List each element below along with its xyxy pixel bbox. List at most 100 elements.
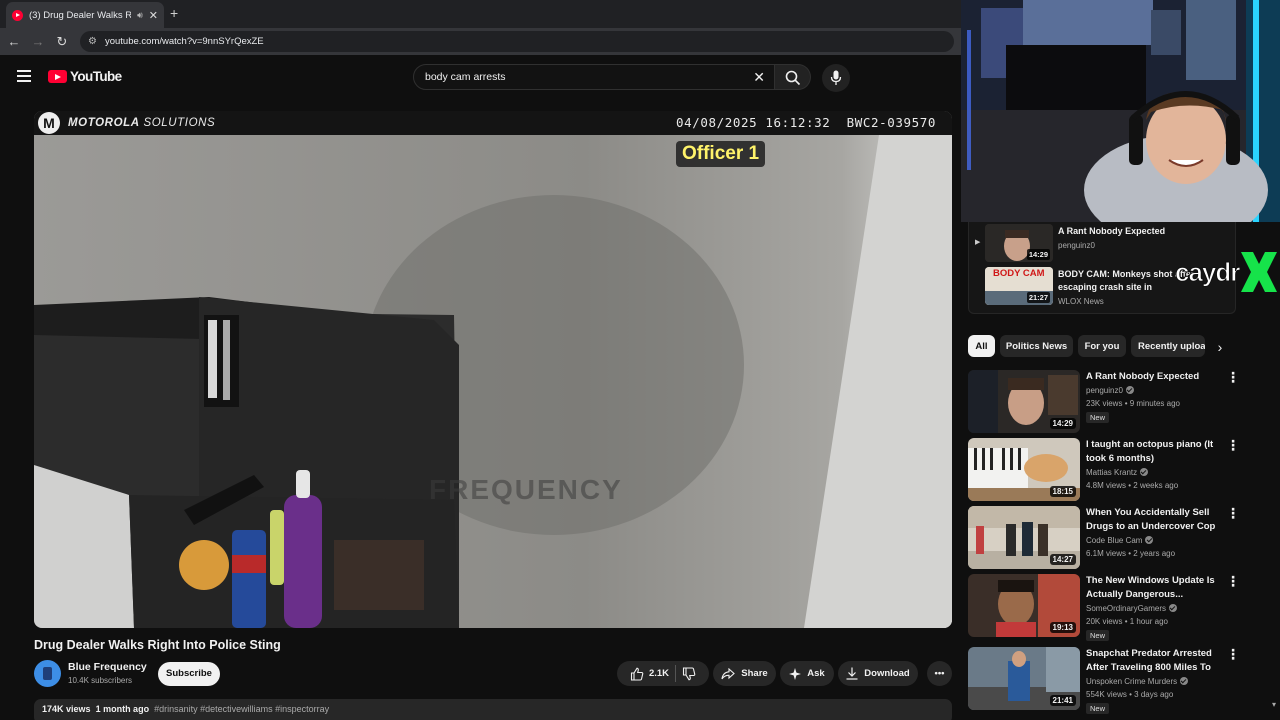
rec-meta: 23K views • 9 minutes ago [1086,399,1180,408]
voice-search-button[interactable] [822,64,850,92]
recommendation-item[interactable]: 14:29 A Rant Nobody Expected penguinz0 2… [968,370,1240,434]
rec-thumbnail: 19:13 [968,574,1080,637]
tab-title: (3) Drug Dealer Walks Right Into Police … [29,9,132,21]
bodycam-info-bar: M MOTOROLA SOLUTIONS 04/08/2025 16:12:32… [34,111,952,135]
search-input[interactable]: body cam arrests ✕ [413,64,775,90]
new-badge: New [1086,412,1110,423]
recommendation-item[interactable]: 19:13 The New Windows Update Is Actually… [968,574,1240,641]
url-text: youtube.com/watch?v=9nnSYrQexZE [104,36,264,47]
rec-channel-name: SomeOrdinaryGamers [1086,604,1167,613]
download-label: Download [864,668,910,679]
overlay-thumbnail: BODY CAM 21:27 [985,267,1053,305]
download-button[interactable]: Download [838,661,918,686]
like-count: 2.1K [648,668,670,679]
youtube-logo[interactable]: YouTube [48,69,122,84]
chip-politics-news[interactable]: Politics News [1000,335,1073,357]
ask-button[interactable]: Ask [780,661,834,686]
rec-views: 554K views [1086,690,1127,699]
view-count: 174K views [42,704,91,714]
channel-name[interactable]: Blue Frequency [68,661,147,673]
recommendation-item[interactable]: 21:41 Snapchat Predator Arrested After T… [968,647,1240,714]
clear-search-icon[interactable]: ✕ [753,69,765,86]
webcam-image [961,0,1280,222]
upload-age: 1 month ago [95,704,150,714]
rec-title: Snapchat Predator Arrested After Traveli… [1086,648,1212,673]
menu-icon[interactable] [17,70,31,85]
rec-channel-name: Unspoken Crime Murders [1086,677,1178,686]
rec-duration: 14:27 [1049,554,1076,565]
overlay-thumbnail: 14:29 [985,224,1053,262]
description-box[interactable]: 174K views 1 month ago #drinsanity #dete… [34,699,952,720]
more-options-icon[interactable]: ⋮ [1226,647,1240,661]
ask-label: Ask [807,668,825,679]
brand-bold: MOTOROLA [68,117,140,129]
rec-channel: Code Blue Cam [1086,536,1154,545]
download-icon [846,667,858,680]
more-options-icon[interactable]: ⋮ [1226,438,1240,452]
chip-all[interactable]: All [968,335,995,357]
new-badge: New [1086,703,1110,714]
url-field[interactable]: ⚙ youtube.com/watch?v=9nnSYrQexZE [80,31,954,52]
rec-channel-name: Mattias Krantz [1086,468,1138,477]
scroll-down-arrow-icon[interactable]: ▾ [1272,700,1276,709]
timestamp-value: 04/08/2025 16:12:32 [675,115,831,130]
rec-age: 2 weeks ago [1133,481,1179,490]
search-button[interactable] [775,64,811,90]
more-options-icon[interactable]: ⋮ [1226,506,1240,520]
speaker-icon[interactable]: 🔊︎ [137,10,143,21]
officer-label: Officer 1 [676,141,766,167]
address-bar: ← → ↻ ⚙ youtube.com/watch?v=9nnSYrQexZE [0,28,961,55]
recommendation-item[interactable]: 14:27 When You Accidentally Sell Drugs t… [968,506,1240,570]
search-query: body cam arrests [425,71,506,83]
more-actions-icon[interactable]: ••• [927,661,952,686]
overlay-thumb-text: BODY CAM [993,268,1045,279]
dislike-button[interactable] [682,666,696,681]
rec-age: 3 days ago [1134,690,1174,699]
rec-channel: SomeOrdinaryGamers [1086,604,1178,613]
subscribe-button[interactable]: Subscribe [158,662,220,686]
close-tab-icon[interactable]: ✕ [149,9,158,22]
like-button[interactable]: 2.1K [630,667,669,681]
rec-duration: 18:15 [1049,486,1076,497]
youtube-play-icon [48,70,67,83]
sparkle-icon [789,667,802,680]
rec-thumbnail: 21:41 [968,647,1080,710]
rec-thumbnail: 14:27 [968,506,1080,569]
motorola-logo-icon: M [38,112,60,134]
rec-views: 6.1M views [1086,549,1127,558]
rec-title: When You Accidentally Sell Drugs to an U… [1086,507,1216,532]
rec-meta: 6.1M views • 2 years ago [1086,549,1176,558]
streamer-logo: caydr [1174,250,1279,294]
forward-arrow-icon[interactable]: → [26,34,50,49]
rec-channel: Unspoken Crime Murders [1086,677,1189,686]
more-options-icon[interactable]: ⋮ [1226,574,1240,588]
rec-duration: 14:29 [1049,418,1076,429]
rec-views: 23K views [1086,399,1123,408]
new-tab-button[interactable]: + [170,5,178,21]
share-button[interactable]: Share [713,661,776,686]
video-player[interactable]: M MOTOROLA SOLUTIONS 04/08/2025 16:12:32… [34,111,952,628]
rec-channel-name: Code Blue Cam [1086,536,1143,545]
channel-avatar[interactable] [34,660,61,687]
back-arrow-icon[interactable]: ← [2,34,26,49]
new-badge: New [1086,630,1110,641]
recommendation-item[interactable]: 18:15 I taught an octopus piano (It took… [968,438,1240,502]
chip-recently-uploaded[interactable]: Recently uploaded [1131,335,1205,357]
rec-meta: 554K views • 3 days ago [1086,690,1174,699]
overlay-title: A Rant Nobody Expected [1058,226,1166,236]
hashtags[interactable]: #drinsanity #detectivewilliams #inspecto… [154,704,329,714]
rec-duration: 21:41 [1049,695,1076,706]
browser-tab[interactable]: (3) Drug Dealer Walks Right Into Police … [6,2,164,28]
overlay-duration: 14:29 [1026,249,1050,260]
verified-check-icon [1169,604,1178,612]
site-info-icon[interactable]: ⚙ [88,36,97,47]
chip-for-you[interactable]: For you [1078,335,1126,357]
streamer-logo-text: caydr [1174,256,1240,287]
more-options-icon[interactable]: ⋮ [1226,370,1240,384]
reload-icon[interactable]: ↻ [50,34,74,50]
rec-views: 4.8M views [1086,481,1127,490]
youtube-header: YouTube body cam arrests ✕ [0,55,961,99]
chevron-right-icon[interactable]: › [1210,337,1230,357]
rec-title: I taught an octopus piano (It took 6 mon… [1086,439,1214,464]
like-divider [675,665,677,682]
